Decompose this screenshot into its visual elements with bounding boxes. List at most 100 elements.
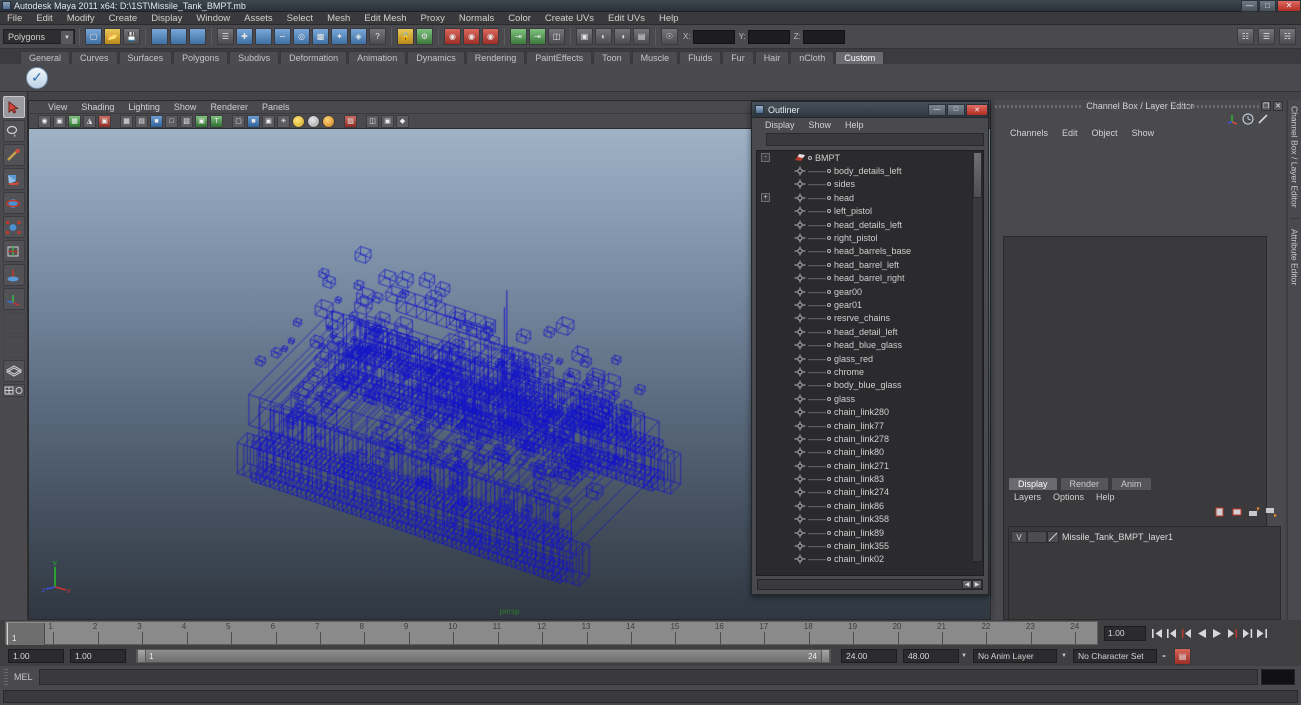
move-layer-down-icon[interactable] (1265, 506, 1277, 518)
last-tool-used-slot[interactable] (2, 312, 25, 334)
show-attribute-editor-icon[interactable]: ☰ (1258, 28, 1275, 45)
menu-edit[interactable]: Edit (29, 12, 59, 25)
outliner-search-input[interactable] (766, 133, 984, 146)
create-layer-from-selected-icon[interactable] (1231, 506, 1243, 518)
rail-tab-attribute-editor[interactable]: Attribute Editor (1290, 223, 1300, 291)
playback-options-chevron-icon[interactable]: ▼ (959, 649, 969, 663)
outliner-row[interactable]: —— chrome (757, 365, 983, 378)
layout-single-pane-icon[interactable] (2, 384, 25, 397)
range-end-handle[interactable] (821, 649, 830, 663)
move-layer-up-icon[interactable] (1248, 506, 1260, 518)
layer-menu-help[interactable]: Help (1090, 492, 1121, 502)
outliner-tree[interactable]: - BMPT —— body_details_left —— sides + —— head ——… (756, 150, 984, 576)
help-icon[interactable]: ? (369, 28, 386, 45)
outliner-row[interactable]: + —— head (757, 191, 983, 204)
select-by-object-type-icon[interactable] (170, 28, 187, 45)
gate-mask-icon[interactable]: □ (165, 114, 178, 128)
open-scene-icon[interactable]: 📂 (104, 28, 121, 45)
outliner-maximize-button[interactable]: □ (947, 103, 965, 116)
shelf-tab-deformation[interactable]: Deformation (280, 51, 348, 64)
camera-attributes-icon[interactable]: ▣ (53, 114, 66, 128)
lasso-tool-icon[interactable] (2, 120, 25, 142)
time-slider[interactable]: 1 1 2 3 4 5 6 7 8 9 10 11 12 13 14 15 16 17 18 19 20 21 22 23 2… (5, 621, 1098, 645)
highlight-selection-mode-icon[interactable]: ☰ (217, 28, 234, 45)
outliner-vertical-scrollbar[interactable] (972, 151, 983, 562)
shelf-tab-fluids[interactable]: Fluids (679, 51, 722, 64)
bookmark-icon[interactable]: ▦ (68, 114, 81, 128)
clock-icon[interactable] (1242, 113, 1254, 125)
field-chart-icon[interactable]: ▧ (180, 114, 193, 128)
viewport-menu-lighting[interactable]: Lighting (121, 102, 167, 112)
shelf-tab-surfaces[interactable]: Surfaces (118, 51, 173, 64)
outliner-row[interactable]: —— chain_link02 (757, 553, 983, 566)
current-time-indicator[interactable]: 1 (7, 623, 45, 645)
outliner-row[interactable]: —— chain_link355 (757, 539, 983, 552)
outliner-row[interactable]: —— head_details_left (757, 218, 983, 231)
outliner-close-button[interactable]: ✕ (966, 103, 988, 116)
current-time-field[interactable]: 1.00 (1104, 625, 1146, 641)
xray-joints-icon[interactable]: ◫ (366, 114, 379, 128)
shelf-tab-general[interactable]: General (20, 51, 71, 64)
scroll-left-icon[interactable]: ◀ (962, 580, 972, 589)
outliner-row[interactable]: —— resrve_chains (757, 312, 983, 325)
outliner-row[interactable]: —— head_detail_left (757, 325, 983, 338)
panel-drag-handle-right[interactable] (1173, 105, 1259, 108)
channel-box-menu-channels[interactable]: Channels (1003, 128, 1055, 138)
outliner-row[interactable]: —— chain_link83 (757, 472, 983, 485)
menu-display[interactable]: Display (144, 12, 189, 25)
panel-drag-handle[interactable] (995, 105, 1081, 108)
shelf-tab-polygons[interactable]: Polygons (173, 51, 229, 64)
snap-to-curves-icon[interactable] (255, 28, 272, 45)
universal-manipulator-icon[interactable] (2, 240, 25, 262)
outliner-horizontal-scrollbar[interactable]: ◀ ▶ (757, 579, 983, 590)
anim-layer-chevron-icon[interactable]: ▼ (1059, 649, 1069, 663)
close-button[interactable]: ✕ (1277, 0, 1301, 12)
shelf-tab-muscle[interactable]: Muscle (631, 51, 679, 64)
manipulator-axes-icon[interactable] (1227, 113, 1239, 125)
playback-end-time-field[interactable]: 24.00 (841, 649, 897, 663)
safe-title-icon[interactable]: T (210, 114, 223, 128)
expand-collapse-icon[interactable]: + (761, 193, 770, 203)
shadows-icon[interactable] (322, 114, 335, 128)
channel-box-menu-object[interactable]: Object (1085, 128, 1125, 138)
render-sequence-icon[interactable]: ◉ (482, 28, 499, 45)
character-set-selector[interactable]: No Character Set (1073, 649, 1157, 663)
scroll-right-icon[interactable]: ▶ (972, 580, 982, 589)
menu-edit-mesh[interactable]: Edit Mesh (357, 12, 413, 25)
lock-icon[interactable]: 🔒 (397, 28, 414, 45)
outliner-row[interactable]: —— head_barrel_right (757, 272, 983, 285)
two-d-pan-zoom-icon[interactable]: ▣ (98, 114, 111, 128)
outliner-toggle-icon[interactable]: ▤ (633, 28, 650, 45)
shelf-checkmark-icon[interactable]: ✓ (26, 66, 48, 89)
outliner-row[interactable]: —— chain_link280 (757, 405, 983, 418)
rail-tab-channel-box[interactable]: Channel Box / Layer Editor (1290, 100, 1300, 214)
menu-assets[interactable]: Assets (237, 12, 280, 25)
character-set-chevron-icon[interactable]: ⚭ (1159, 649, 1169, 663)
smooth-shade-selected-icon[interactable]: ▣ (262, 114, 275, 128)
channel-box-menu-edit[interactable]: Edit (1055, 128, 1085, 138)
film-gate-icon[interactable]: ▤ (135, 114, 148, 128)
save-scene-icon[interactable]: 💾 (123, 28, 140, 45)
animation-start-time-field[interactable]: 1.00 (8, 649, 64, 663)
shelf-tab-subdivs[interactable]: Subdivs (229, 51, 280, 64)
menu-color[interactable]: Color (501, 12, 538, 25)
use-default-lighting-icon[interactable] (292, 114, 305, 128)
channel-box-menu-show[interactable]: Show (1125, 128, 1162, 138)
outliner-scrollbar-thumb[interactable] (973, 152, 982, 198)
texture-icon[interactable]: ◆ (396, 114, 409, 128)
outliner-menu-help[interactable]: Help (838, 120, 871, 130)
shelf-tab-fur[interactable]: Fur (722, 51, 754, 64)
go-to-start-icon[interactable] (1150, 625, 1163, 641)
maximize-button[interactable]: □ (1259, 0, 1276, 12)
command-line-grip[interactable] (4, 669, 8, 685)
outliner-row[interactable]: —— sides (757, 178, 983, 191)
command-input-field[interactable] (38, 669, 1258, 685)
menu-mesh[interactable]: Mesh (320, 12, 357, 25)
outliner-row[interactable]: —— chain_link274 (757, 486, 983, 499)
outliner-row[interactable]: —— glass (757, 392, 983, 405)
shelf-tab-ncloth[interactable]: nCloth (790, 51, 835, 64)
pencil-icon[interactable] (1257, 113, 1269, 125)
shelf-tab-painteffects[interactable]: PaintEffects (526, 51, 593, 64)
outliner-menu-display[interactable]: Display (758, 120, 802, 130)
select-tool-icon[interactable] (2, 96, 25, 118)
